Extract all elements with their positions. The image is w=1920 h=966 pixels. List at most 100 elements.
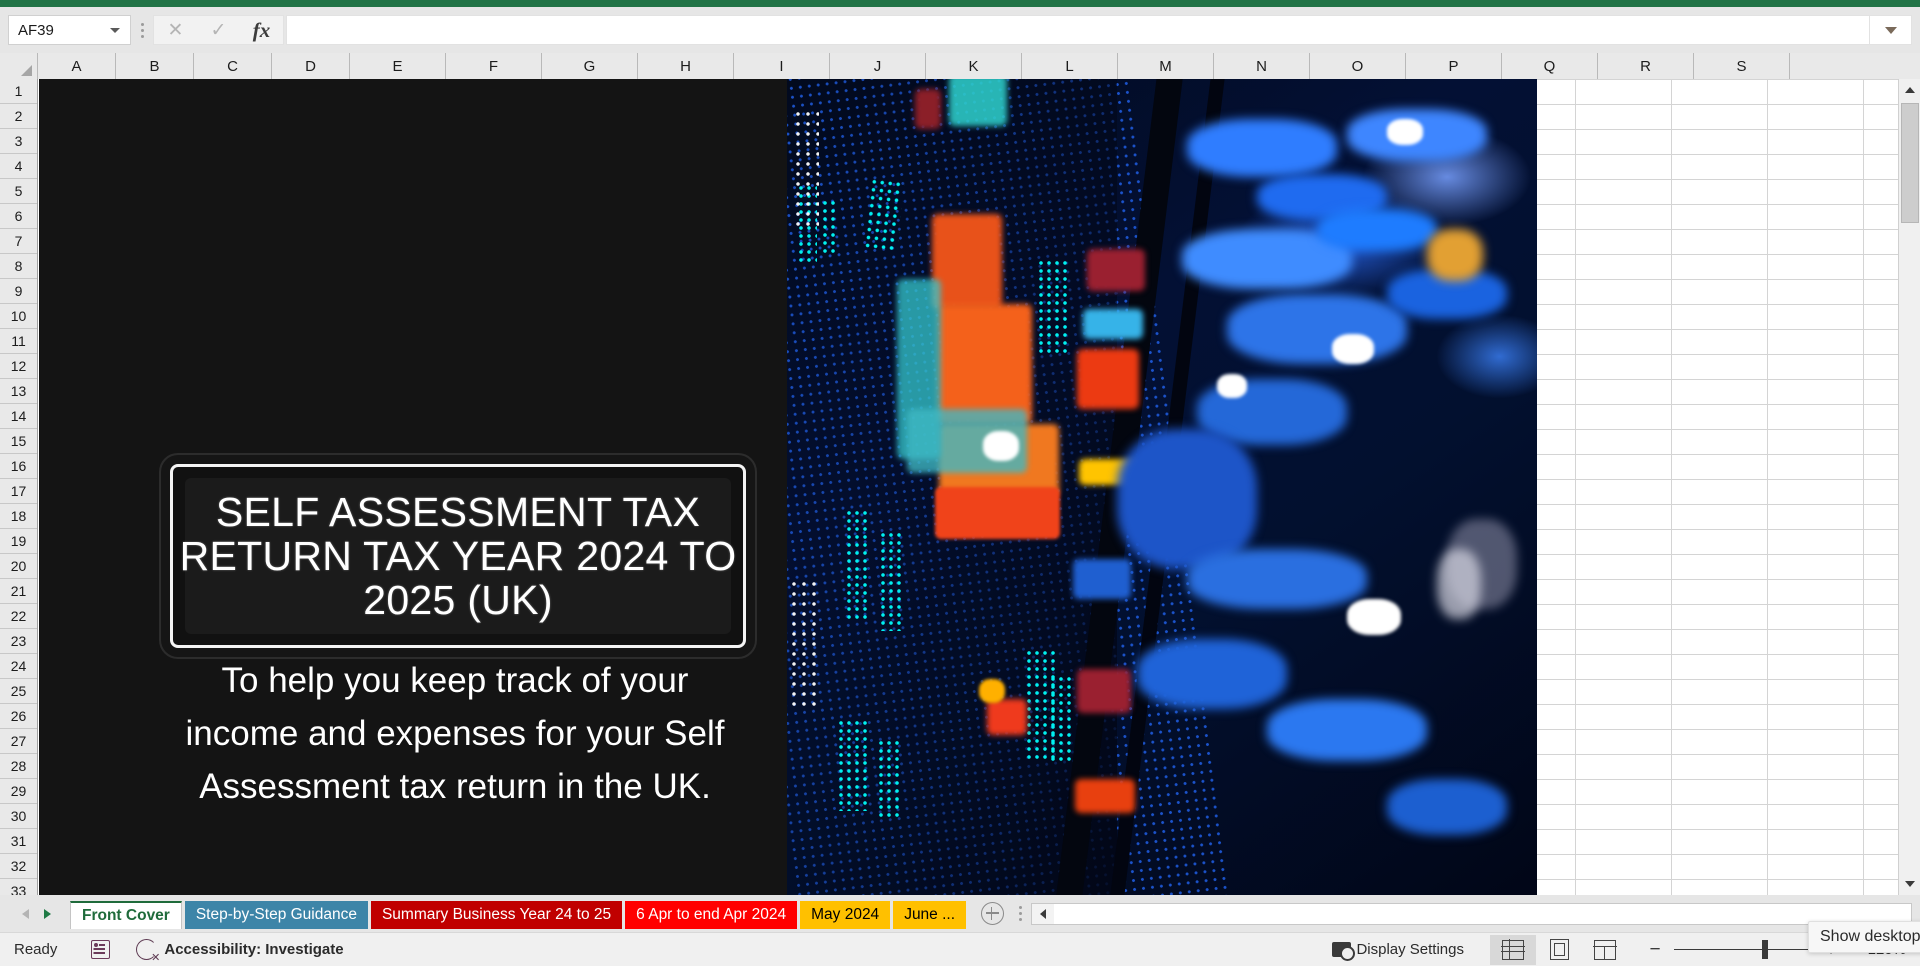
column-header-N[interactable]: N (1214, 53, 1310, 79)
row-header-23[interactable]: 23 (0, 629, 37, 654)
row-header-26[interactable]: 26 (0, 704, 37, 729)
scroll-left-icon[interactable] (1032, 903, 1055, 924)
row-header-3[interactable]: 3 (0, 129, 37, 154)
formula-bar-grip (131, 15, 153, 45)
row-header-17[interactable]: 17 (0, 479, 37, 504)
horizontal-scroll-track[interactable] (1054, 903, 1911, 924)
row-header-11[interactable]: 11 (0, 329, 37, 354)
row-header-10[interactable]: 10 (0, 304, 37, 329)
column-header-D[interactable]: D (272, 53, 350, 79)
row-header-33[interactable]: 33 (0, 879, 37, 895)
zoom-slider-track[interactable] (1674, 939, 1812, 959)
row-header-27[interactable]: 27 (0, 729, 37, 754)
column-header-M[interactable]: M (1118, 53, 1214, 79)
column-header-K[interactable]: K (926, 53, 1022, 79)
column-header-J[interactable]: J (830, 53, 926, 79)
tab-prev-icon[interactable] (14, 903, 36, 925)
sheet-tab-summary-business-year-24-to-25[interactable]: Summary Business Year 24 to 25 (370, 900, 623, 929)
formula-bar-expand-button[interactable] (1870, 15, 1912, 45)
column-header-A[interactable]: A (38, 53, 116, 79)
row-header-15[interactable]: 15 (0, 429, 37, 454)
column-header-H[interactable]: H (638, 53, 734, 79)
drag-grip-icon[interactable] (1009, 899, 1031, 929)
row-header-30[interactable]: 30 (0, 804, 37, 829)
column-header-row: ABCDEFGHIJKLMNOPQRS (0, 53, 1920, 80)
column-header-C[interactable]: C (194, 53, 272, 79)
row-header-5[interactable]: 5 (0, 179, 37, 204)
worksheet-grid[interactable]: SELF ASSESSMENT TAX RETURN TAX YEAR 2024… (39, 79, 1898, 895)
row-header-14[interactable]: 14 (0, 404, 37, 429)
row-header-32[interactable]: 32 (0, 854, 37, 879)
column-header-B[interactable]: B (116, 53, 194, 79)
status-bar: Ready Accessibility: Investigate Display… (0, 932, 1920, 966)
worksheet-area: 1 2 3 4 5 6 7 8 9 10 11 12 13 14 15 16 17 18 19 20 21 22 23 24 2… (0, 79, 1920, 895)
row-header-13[interactable]: 13 (0, 379, 37, 404)
page-layout-view-button[interactable] (1536, 935, 1582, 965)
chevron-down-icon[interactable] (110, 28, 120, 33)
row-header-9[interactable]: 9 (0, 279, 37, 304)
row-header-19[interactable]: 19 (0, 529, 37, 554)
accessibility-status-text: Accessibility: Investigate (164, 941, 344, 958)
formula-bar: AF39 ✕ ✓ fx (0, 7, 1920, 53)
column-header-R[interactable]: R (1598, 53, 1694, 79)
row-header-1[interactable]: 1 (0, 79, 37, 104)
column-header-P[interactable]: P (1406, 53, 1502, 79)
tab-next-icon[interactable] (36, 903, 58, 925)
column-header-S[interactable]: S (1694, 53, 1790, 79)
show-desktop-tooltip: Show desktop (1808, 921, 1920, 953)
row-header-20[interactable]: 20 (0, 554, 37, 579)
cancel-icon[interactable]: ✕ (154, 16, 197, 44)
row-header-2[interactable]: 2 (0, 104, 37, 129)
column-header-O[interactable]: O (1310, 53, 1406, 79)
sheet-tab-bar: Front Cover Step-by-Step Guidance Summary … (0, 895, 1920, 932)
front-cover-image[interactable]: SELF ASSESSMENT TAX RETURN TAX YEAR 2024… (39, 79, 1537, 895)
scroll-up-icon[interactable] (1899, 79, 1920, 101)
column-header-E[interactable]: E (350, 53, 446, 79)
row-header-29[interactable]: 29 (0, 779, 37, 804)
zoom-slider-thumb[interactable] (1762, 939, 1768, 959)
column-header-L[interactable]: L (1022, 53, 1118, 79)
fx-icon[interactable]: fx (240, 16, 283, 44)
horizontal-scrollbar[interactable] (1031, 902, 1912, 925)
row-header-31[interactable]: 31 (0, 829, 37, 854)
vertical-scrollbar[interactable] (1898, 79, 1920, 895)
scroll-down-icon[interactable] (1899, 873, 1920, 895)
sheet-tab-may-2024[interactable]: May 2024 (800, 900, 891, 929)
column-header-F[interactable]: F (446, 53, 542, 79)
column-header-G[interactable]: G (542, 53, 638, 79)
select-all-corner-icon[interactable] (0, 53, 38, 79)
column-header-Q[interactable]: Q (1502, 53, 1598, 79)
row-header-7[interactable]: 7 (0, 229, 37, 254)
check-icon[interactable]: ✓ (197, 16, 240, 44)
sheet-tab-6-apr-to-end-apr-2024[interactable]: 6 Apr to end Apr 2024 (625, 900, 798, 929)
row-header-25[interactable]: 25 (0, 679, 37, 704)
cover-title-plaque: SELF ASSESSMENT TAX RETURN TAX YEAR 2024… (170, 464, 746, 648)
row-header-22[interactable]: 22 (0, 604, 37, 629)
accessibility-status-button[interactable]: Accessibility: Investigate (136, 939, 344, 964)
name-box[interactable]: AF39 (8, 15, 131, 45)
row-header-8[interactable]: 8 (0, 254, 37, 279)
display-settings-icon (1332, 942, 1356, 961)
normal-view-button[interactable] (1490, 934, 1536, 965)
page-title: SELF ASSESSMENT TAX RETURN TAX YEAR 2024… (179, 488, 737, 624)
column-header-I[interactable]: I (734, 53, 830, 79)
sheet-tab-june[interactable]: June ... (893, 900, 967, 929)
add-sheet-button[interactable] (975, 899, 1009, 929)
row-header-18[interactable]: 18 (0, 504, 37, 529)
row-header-4[interactable]: 4 (0, 154, 37, 179)
sheet-tab-step-by-step-guidance[interactable]: Step-by-Step Guidance (184, 900, 368, 929)
formula-input[interactable] (286, 15, 1870, 45)
formula-action-group: ✕ ✓ fx (153, 15, 284, 45)
row-header-16[interactable]: 16 (0, 454, 37, 479)
vertical-scroll-thumb[interactable] (1901, 103, 1919, 223)
row-header-28[interactable]: 28 (0, 754, 37, 779)
sheet-tab-front-cover[interactable]: Front Cover (70, 900, 182, 929)
row-header-12[interactable]: 12 (0, 354, 37, 379)
zoom-out-button[interactable]: − (1642, 939, 1668, 961)
page-break-preview-button[interactable] (1582, 935, 1628, 965)
macro-record-icon[interactable] (91, 940, 111, 959)
row-header-6[interactable]: 6 (0, 204, 37, 229)
row-header-24[interactable]: 24 (0, 654, 37, 679)
display-settings-button[interactable]: Display Settings (1332, 941, 1464, 961)
row-header-21[interactable]: 21 (0, 579, 37, 604)
